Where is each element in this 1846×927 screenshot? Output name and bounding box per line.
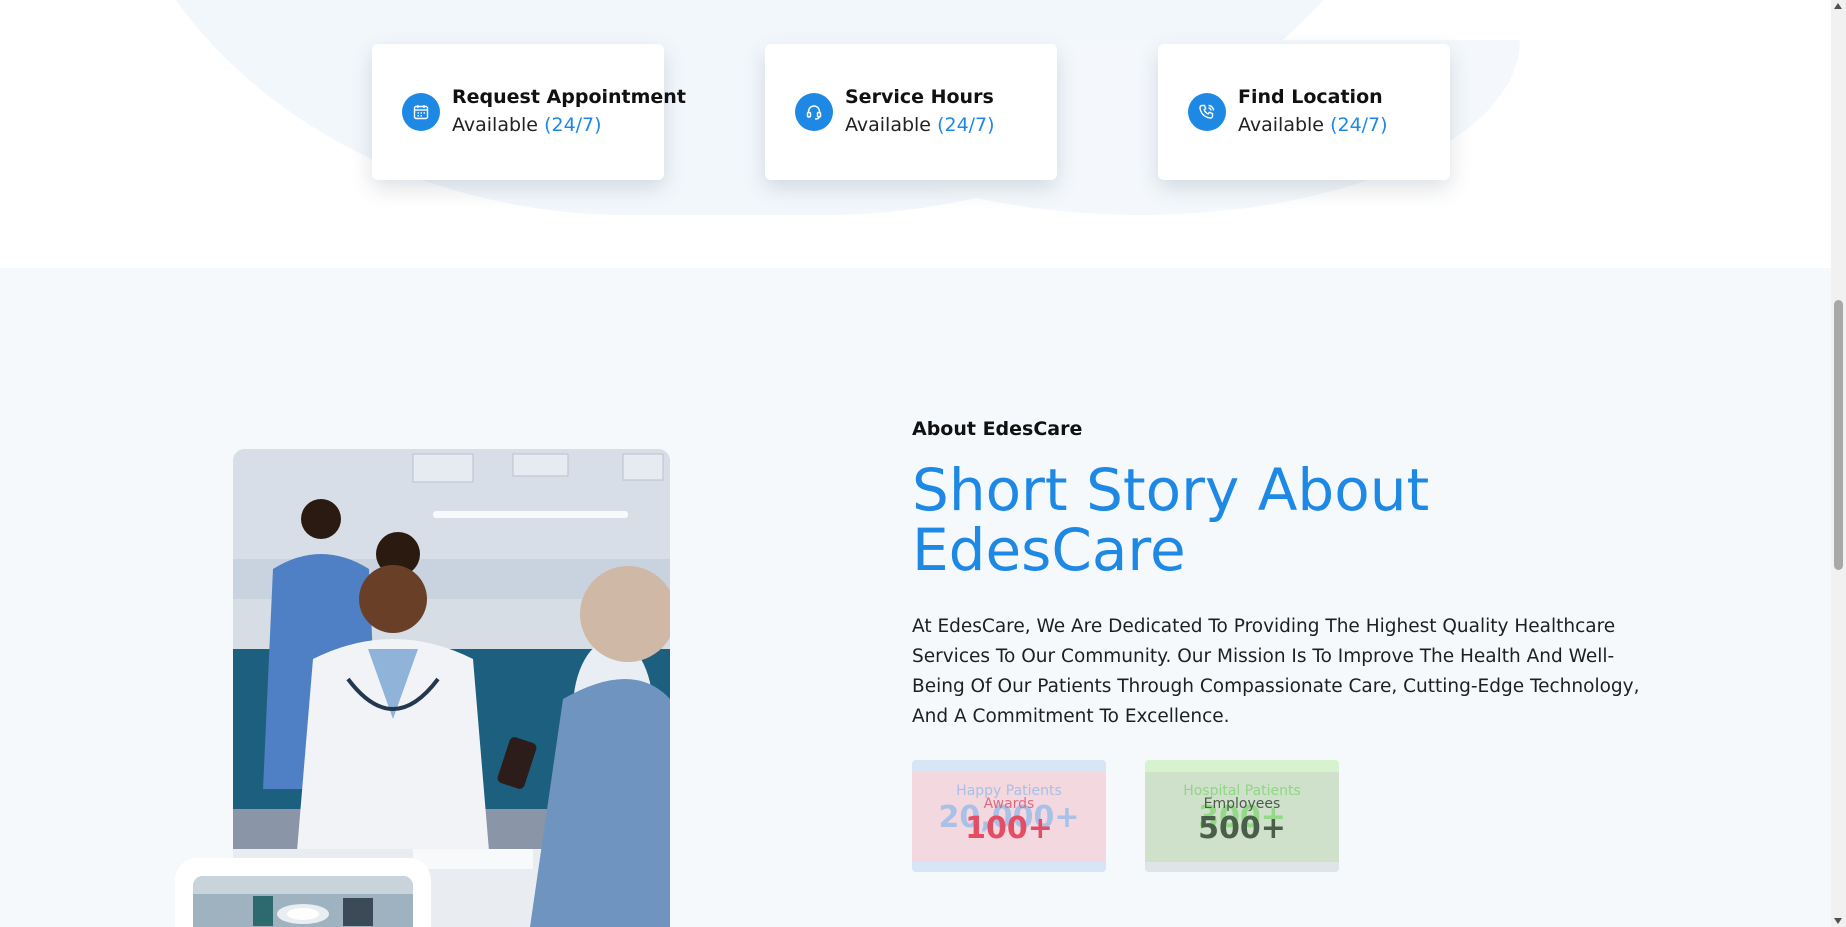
- stat-label: Employees: [1203, 796, 1281, 812]
- card-availability: Available (24/7): [845, 114, 995, 136]
- section-paragraph: At EdesCare, We Are Dedicated To Providi…: [912, 616, 1640, 727]
- vertical-scrollbar[interactable]: [1831, 0, 1846, 927]
- scroll-up-arrow-icon[interactable]: [1834, 3, 1842, 9]
- card-title: Find Location: [1238, 86, 1383, 108]
- stat-value: 500+: [1198, 811, 1286, 846]
- scrollbar-thumb[interactable]: [1834, 300, 1843, 570]
- info-cards-section: Request Appointment Available (24/7) Ser…: [0, 0, 1831, 268]
- scroll-down-arrow-icon[interactable]: [1834, 918, 1842, 924]
- stat-label: Awards: [983, 796, 1035, 812]
- section-eyebrow: About EdesCare: [912, 418, 1083, 440]
- card-availability: Available (24/7): [452, 114, 602, 136]
- calendar-icon: [402, 93, 440, 131]
- doctor-consultation-photo: [233, 449, 670, 927]
- card-availability: Available (24/7): [1238, 114, 1388, 136]
- card-title: Request Appointment: [452, 86, 686, 108]
- find-location-card[interactable]: Find Location Available (24/7): [1158, 44, 1450, 180]
- phone-icon: [1188, 93, 1226, 131]
- stat-card: Hospital Patients 300+ Employees 500+: [1145, 760, 1339, 872]
- stat-value: 100+: [965, 811, 1053, 846]
- page: Request Appointment Available (24/7) Ser…: [0, 0, 1831, 927]
- headset-icon: [795, 93, 833, 131]
- service-hours-card[interactable]: Service Hours Available (24/7): [765, 44, 1057, 180]
- section-headline: Short Story About EdesCare: [912, 456, 1430, 584]
- stat-card: Happy Patients 20,000+ Awards 100+: [912, 760, 1106, 872]
- request-appointment-card[interactable]: Request Appointment Available (24/7): [372, 44, 686, 180]
- operating-room-photo: [193, 876, 413, 927]
- card-title: Service Hours: [845, 86, 994, 108]
- about-section: About EdesCare Short Story About EdesCar…: [0, 268, 1831, 927]
